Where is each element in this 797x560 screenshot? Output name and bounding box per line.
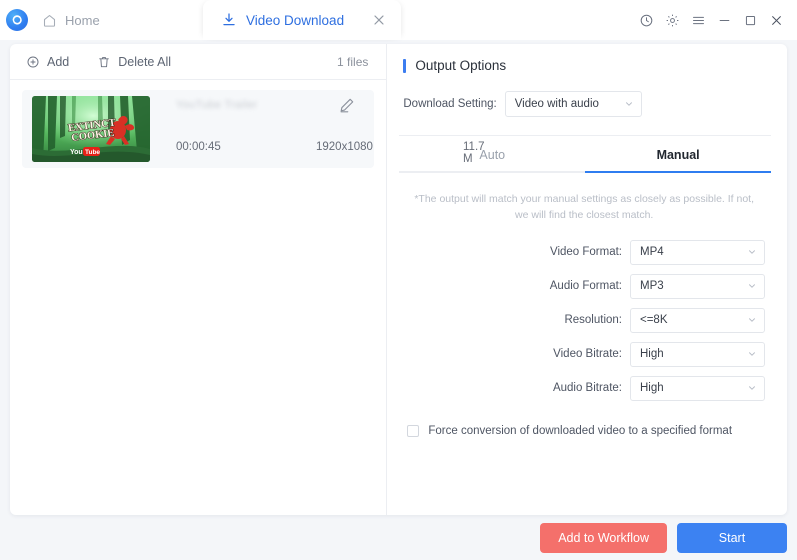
audio-bitrate-select[interactable]: High: [630, 375, 765, 401]
history-icon[interactable]: [635, 9, 657, 31]
download-setting-row: Download Setting: Video with audio: [403, 91, 765, 117]
file-list: EXTINCT COOKIE You Tube YouTube Trailer …: [10, 80, 485, 168]
app-window: Home Video Download Add Delete All 1 fil…: [0, 0, 797, 560]
add-to-workflow-button[interactable]: Add to Workflow: [540, 523, 667, 553]
tab-auto[interactable]: Auto: [399, 136, 586, 173]
list-toolbar: Add Delete All 1 files: [10, 44, 387, 80]
field-video-format: Video Format: MP4: [403, 239, 765, 265]
audio-format-value: MP3: [640, 280, 664, 293]
home-tab-label: Home: [65, 12, 100, 28]
audio-bitrate-label: Audio Bitrate:: [552, 382, 622, 395]
chevron-down-icon: [749, 386, 755, 390]
field-audio-bitrate: Audio Bitrate: High: [403, 375, 765, 401]
chevron-down-icon: [749, 318, 755, 322]
field-audio-format: Audio Format: MP3: [403, 273, 765, 299]
chevron-down-icon: [749, 284, 755, 288]
tab-video-download[interactable]: Video Download: [203, 0, 401, 40]
plus-circle-icon: [27, 56, 39, 67]
field-resolution: Resolution: <=8K: [403, 307, 765, 333]
start-button[interactable]: Start: [677, 523, 787, 553]
video-bitrate-label: Video Bitrate:: [553, 348, 622, 361]
tab-manual[interactable]: Manual: [585, 136, 771, 173]
svg-text:You: You: [70, 149, 83, 156]
footer-actions: Add to Workflow Start: [0, 516, 797, 560]
edit-pencil-icon[interactable]: [338, 96, 358, 116]
audio-format-label: Audio Format:: [549, 280, 622, 293]
file-list-pane: Add Delete All 1 files EXTINCT COOKIE Yo…: [10, 44, 485, 515]
chevron-down-icon: [749, 352, 755, 356]
file-meta: YouTube Trailer 00:00:45 1920x1080 11.7 …: [150, 96, 485, 165]
mode-tabs: Auto Manual: [399, 135, 771, 173]
download-setting-select[interactable]: Video with audio: [504, 91, 642, 117]
close-window-icon[interactable]: [765, 9, 787, 31]
audio-format-select[interactable]: MP3: [630, 273, 765, 299]
home-icon: [43, 14, 56, 27]
video-thumbnail: EXTINCT COOKIE You Tube: [32, 96, 150, 162]
trash-icon: [99, 56, 110, 67]
add-label: Add: [47, 54, 70, 69]
file-title: YouTube Trailer: [176, 99, 258, 111]
video-format-value: MP4: [640, 246, 664, 259]
window-controls: [635, 0, 787, 40]
download-setting-label: Download Setting:: [403, 98, 497, 110]
force-conversion-label: Force conversion of downloaded video to …: [428, 424, 733, 437]
video-bitrate-select[interactable]: High: [630, 341, 765, 367]
resolution-select[interactable]: <=8K: [630, 307, 765, 333]
app-logo-swirl-icon: [6, 9, 28, 31]
delete-all-button[interactable]: Delete All: [97, 55, 171, 69]
force-conversion-row[interactable]: Force conversion of downloaded video to …: [403, 423, 765, 440]
chevron-down-icon: [749, 250, 755, 254]
delete-all-label: Delete All: [118, 54, 172, 69]
add-button[interactable]: Add: [26, 55, 69, 69]
thumbnail-image: EXTINCT COOKIE You Tube: [32, 96, 150, 162]
minimize-icon[interactable]: [713, 9, 735, 31]
page-title: Output Options: [415, 58, 507, 73]
tab-label: Video Download: [246, 12, 345, 28]
field-video-bitrate: Video Bitrate: High: [403, 341, 765, 367]
output-options-pane: Output Options Download Setting: Video w…: [387, 44, 787, 515]
video-format-select[interactable]: MP4: [630, 239, 765, 265]
svg-text:Tube: Tube: [85, 149, 100, 156]
close-icon[interactable]: [371, 12, 387, 28]
file-duration: 00:00:45: [176, 141, 221, 153]
force-conversion-checkbox[interactable]: [407, 424, 420, 437]
panel-header: Output Options: [403, 58, 765, 73]
files-count: 1 files: [337, 54, 369, 69]
download-icon: [223, 13, 235, 26]
table-row[interactable]: EXTINCT COOKIE You Tube YouTube Trailer …: [22, 90, 485, 168]
video-bitrate-value: High: [640, 348, 664, 361]
maximize-icon[interactable]: [739, 9, 761, 31]
menu-icon[interactable]: [687, 9, 709, 31]
audio-bitrate-value: High: [640, 382, 664, 395]
resolution-value: <=8K: [640, 314, 668, 327]
resolution-label: Resolution:: [564, 314, 622, 327]
download-setting-value: Video with audio: [514, 98, 599, 110]
home-tab[interactable]: Home: [28, 0, 116, 40]
file-resolution: 1920x1080: [316, 141, 373, 153]
video-format-label: Video Format:: [549, 246, 622, 259]
chevron-down-icon: [625, 102, 632, 106]
accent-bar: [403, 58, 407, 73]
main-card: Add Delete All 1 files EXTINCT COOKIE Yo…: [10, 44, 787, 515]
manual-note: *The output will match your manual setti…: [414, 193, 755, 222]
settings-gear-icon[interactable]: [661, 9, 683, 31]
title-bar: Home Video Download: [0, 0, 797, 40]
